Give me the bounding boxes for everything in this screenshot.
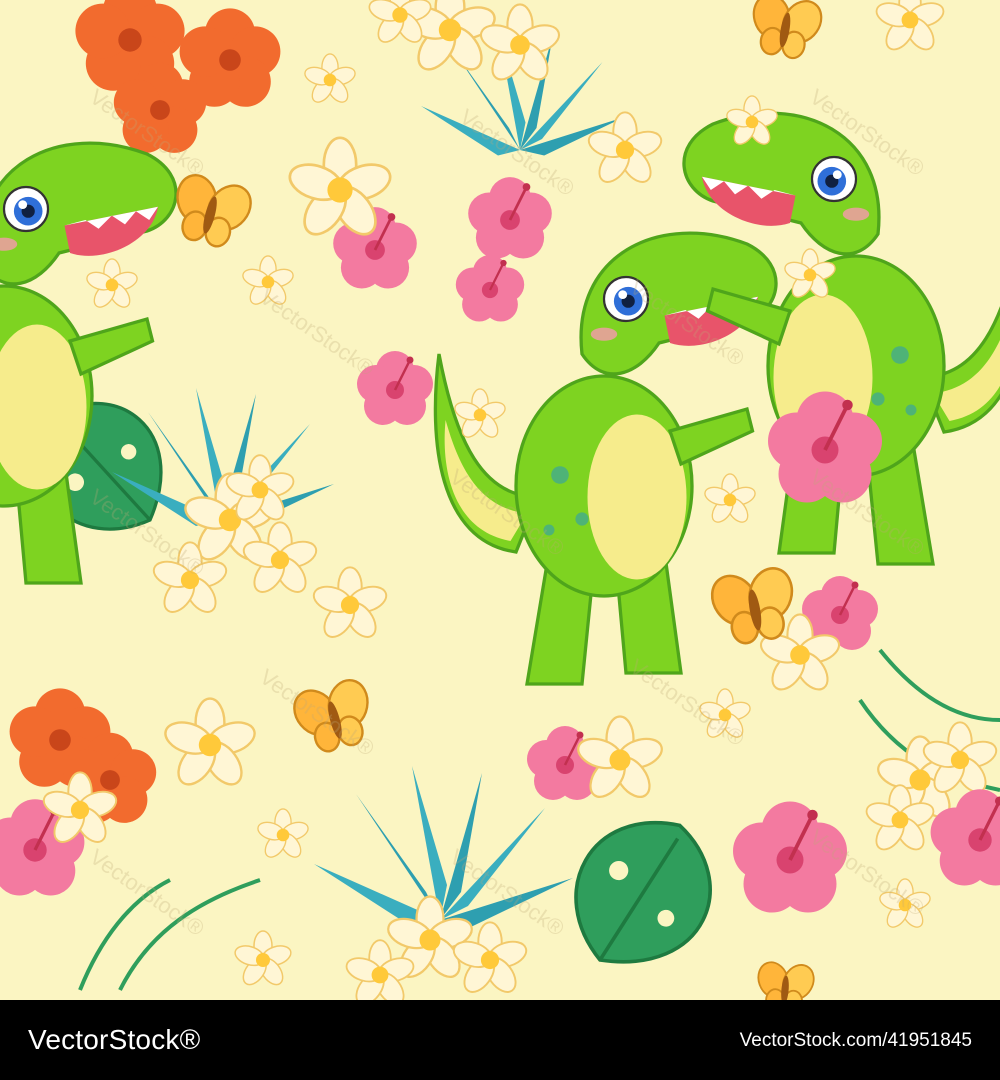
footer-bar: VectorStock® VectorStock.com/41951845 xyxy=(0,1000,1000,1080)
footer-image-id: VectorStock.com/41951845 xyxy=(739,1030,972,1051)
footer-brand: VectorStock® xyxy=(28,1024,201,1055)
seamless-dinosaur-pattern: VectorStock® VectorStock® VectorStock® V… xyxy=(0,0,1000,1000)
